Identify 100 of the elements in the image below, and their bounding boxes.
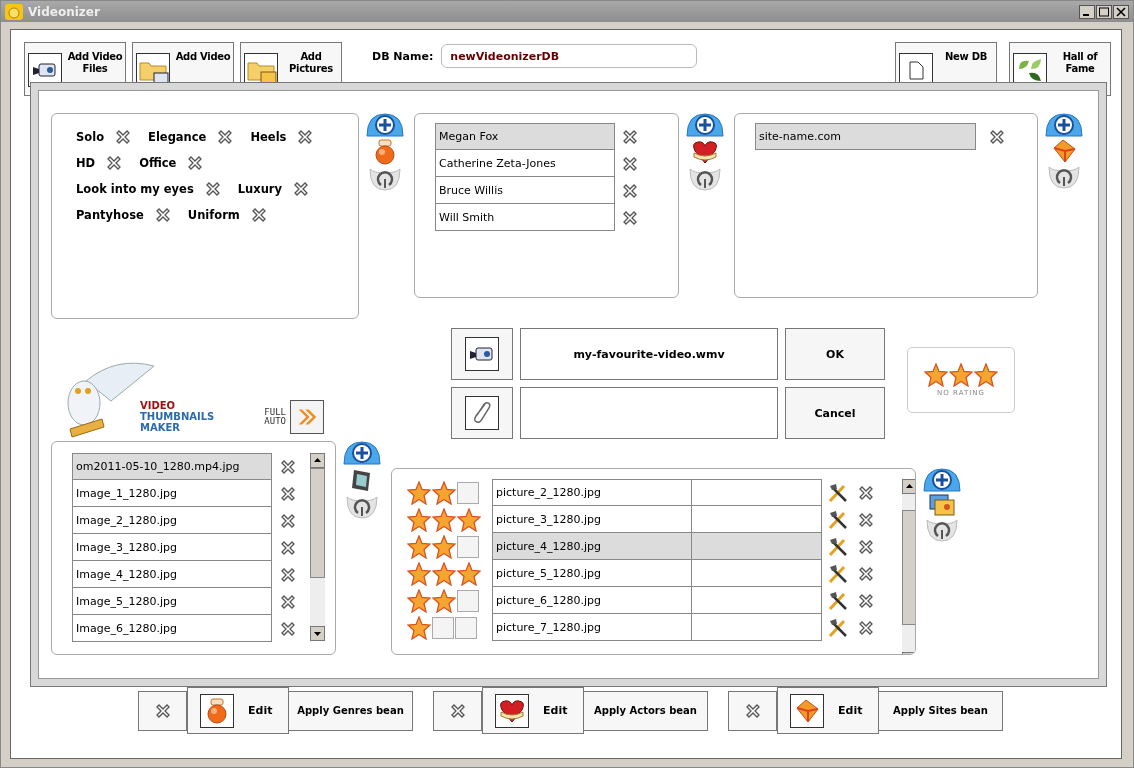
star-icon xyxy=(974,363,998,387)
refresh-icon[interactable] xyxy=(688,167,722,191)
heart-icon xyxy=(499,697,525,724)
cancel-button[interactable]: Cancel xyxy=(785,387,885,439)
tools-icon[interactable] xyxy=(827,562,849,585)
scroll-up-icon[interactable] xyxy=(310,453,325,468)
genre-tag: Pantyhose xyxy=(76,208,144,222)
add-icon[interactable] xyxy=(366,113,404,137)
file-item[interactable]: Image_5_1280.jpg xyxy=(72,588,272,615)
paperclip-icon xyxy=(465,396,499,430)
star-icon xyxy=(407,534,431,559)
star-icon xyxy=(457,507,481,532)
star-icon xyxy=(432,588,456,613)
star-icon xyxy=(432,507,456,532)
genre-tag: Uniform xyxy=(187,208,240,222)
star-icon xyxy=(407,507,431,532)
refresh-icon[interactable] xyxy=(368,167,402,191)
site-item[interactable]: site-name.com xyxy=(755,123,976,150)
edit-button[interactable]: Edit xyxy=(187,687,289,734)
full-auto-button[interactable] xyxy=(290,400,324,434)
genre-tag: Luxury xyxy=(237,182,283,196)
tools-icon[interactable] xyxy=(827,481,849,504)
clear-button[interactable] xyxy=(433,690,482,731)
star-icon xyxy=(924,363,948,387)
edit-button[interactable]: Edit xyxy=(482,687,584,734)
diamond-icon xyxy=(794,698,820,723)
note-field[interactable] xyxy=(520,387,778,439)
scroll-up-icon[interactable] xyxy=(902,479,915,494)
clear-button[interactable] xyxy=(728,690,777,731)
minimize-icon[interactable] xyxy=(1079,4,1095,19)
edit-button[interactable]: Edit xyxy=(777,687,879,734)
genre-tag: HD xyxy=(76,156,96,170)
picture-item[interactable]: picture_6_1280.jpg xyxy=(492,587,692,614)
star-icon xyxy=(432,561,456,586)
logo-text: VIDEO xyxy=(140,400,177,411)
file-item[interactable]: Image_3_1280.jpg xyxy=(72,534,272,561)
refresh-icon[interactable] xyxy=(925,518,959,542)
scrollbar[interactable] xyxy=(902,479,915,654)
add-icon[interactable] xyxy=(343,441,381,465)
actor-item[interactable]: Catherine Zeta-Jones xyxy=(435,150,615,177)
window-title: Videonizer xyxy=(28,4,100,19)
file-item[interactable]: om2011-05-10_1280.mp4.jpg xyxy=(72,453,272,480)
star-icon xyxy=(457,561,481,586)
apply-button[interactable]: Apply Sites bean xyxy=(879,690,1003,731)
star-icon xyxy=(407,480,431,505)
apply-button[interactable]: Apply Genres bean xyxy=(289,690,413,731)
scroll-thumb[interactable] xyxy=(310,468,325,578)
picture-item[interactable]: picture_7_1280.jpg xyxy=(492,614,692,641)
tools-icon[interactable] xyxy=(827,508,849,531)
genre-tag: Solo xyxy=(76,130,105,144)
db-name-field[interactable]: newVideonizerDB xyxy=(441,44,698,68)
genre-tag: Elegance xyxy=(148,130,207,144)
refresh-icon[interactable] xyxy=(345,495,379,519)
full-auto-label: AUTO xyxy=(264,417,286,426)
file-item[interactable]: Image_2_1280.jpg xyxy=(72,507,272,534)
app-logo-icon xyxy=(5,3,23,20)
jar-icon xyxy=(374,139,396,165)
tools-icon[interactable] xyxy=(827,535,849,558)
star-icon xyxy=(432,480,456,505)
full-auto-label: FULL xyxy=(264,408,286,417)
genre-tag: Look into my eyes xyxy=(76,182,194,196)
file-item[interactable]: Image_1_1280.jpg xyxy=(72,480,272,507)
tools-icon[interactable] xyxy=(827,616,849,639)
logo-text: THUMBNAILS xyxy=(140,411,215,422)
star-icon xyxy=(407,615,431,640)
video-name-field[interactable]: my-favourite-video.wmv xyxy=(520,328,778,380)
scroll-thumb[interactable] xyxy=(902,510,915,625)
picture-icon xyxy=(929,494,955,516)
diamond-icon xyxy=(1051,139,1077,163)
star-icon xyxy=(407,561,431,586)
picture-item[interactable]: picture_4_1280.jpg xyxy=(492,533,692,560)
attach-button[interactable] xyxy=(451,387,513,439)
add-icon[interactable] xyxy=(923,468,961,492)
video-button[interactable] xyxy=(451,328,513,380)
add-icon[interactable] xyxy=(686,113,724,137)
jar-icon xyxy=(206,697,228,724)
video-camera-icon xyxy=(465,337,499,371)
ok-button[interactable]: OK xyxy=(785,328,885,380)
file-item[interactable]: Image_4_1280.jpg xyxy=(72,561,272,588)
apply-button[interactable]: Apply Actors bean xyxy=(584,690,708,731)
actor-item[interactable]: Bruce Willis xyxy=(435,177,615,204)
heart-icon xyxy=(692,139,718,165)
tools-icon[interactable] xyxy=(827,589,849,612)
clear-button[interactable] xyxy=(138,690,187,731)
maximize-icon[interactable] xyxy=(1096,4,1112,19)
star-icon xyxy=(949,363,973,387)
picture-item[interactable]: picture_2_1280.jpg xyxy=(492,479,692,506)
star-icon xyxy=(432,534,456,559)
picture-item[interactable]: picture_3_1280.jpg xyxy=(492,506,692,533)
refresh-icon[interactable] xyxy=(1047,165,1081,189)
file-item[interactable]: Image_6_1280.jpg xyxy=(72,615,272,642)
scrollbar[interactable] xyxy=(310,453,325,641)
logo-text: MAKER xyxy=(140,422,181,433)
add-icon[interactable] xyxy=(1045,113,1083,137)
picture-item[interactable]: picture_5_1280.jpg xyxy=(492,560,692,587)
close-icon[interactable] xyxy=(1113,4,1129,19)
actor-item[interactable]: Megan Fox xyxy=(435,123,615,150)
actor-item[interactable]: Will Smith xyxy=(435,204,615,231)
scroll-down-icon[interactable] xyxy=(310,626,325,641)
star-icon xyxy=(407,588,431,613)
